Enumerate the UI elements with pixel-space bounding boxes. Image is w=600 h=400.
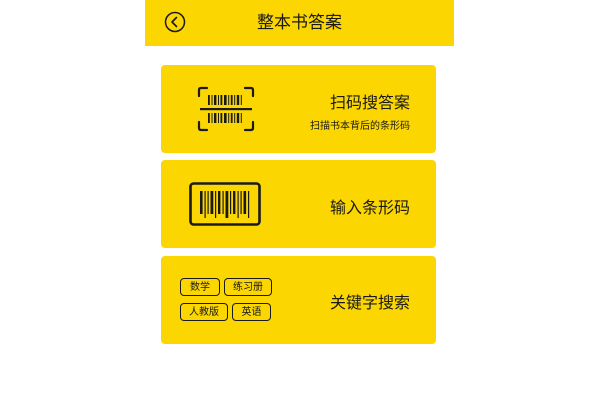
scan-search-subtitle: 扫描书本背后的条形码 (310, 121, 410, 132)
keyword-search-title: 关键字搜索 (329, 293, 410, 312)
keyword-search-card[interactable]: 数学 练习册 人教版 英语 关键字搜索 (161, 256, 436, 344)
header-bar: 整本书答案 (145, 0, 454, 46)
keyword-tag-pep-edition[interactable]: 人教版 (180, 303, 228, 321)
scan-search-card[interactable]: 扫码搜答案 扫描书本背后的条形码 (161, 65, 436, 153)
input-barcode-title: 输入条形码 (329, 198, 410, 217)
barcode-scan-icon (197, 86, 255, 132)
keyword-tag-math[interactable]: 数学 (180, 278, 220, 296)
app-screen: 整本书答案 扫码搜答案 扫描书本背后的条形码 输入条形码 数学 练习册 人教版 … (145, 0, 454, 400)
page-title: 整本书答案 (257, 13, 342, 33)
scan-search-title: 扫码搜答案 (329, 93, 410, 112)
barcode-icon (189, 182, 261, 226)
keyword-tag-workbook[interactable]: 练习册 (224, 278, 272, 296)
keyword-tag-english[interactable]: 英语 (232, 303, 271, 321)
input-barcode-card[interactable]: 输入条形码 (161, 160, 436, 248)
